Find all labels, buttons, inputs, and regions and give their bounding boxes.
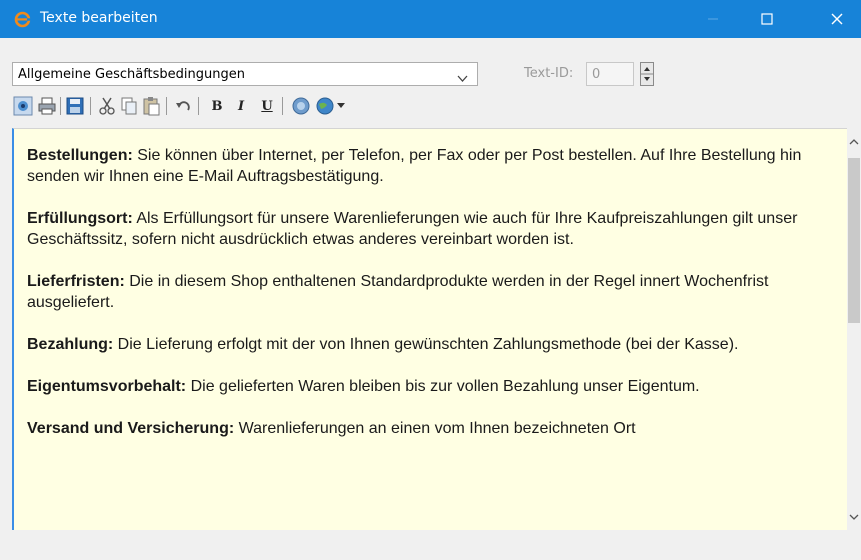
toolbar-separator [198,97,199,115]
paragraph-heading: Bezahlung: [27,336,114,353]
minimize-button[interactable] [690,0,736,38]
text-id-label: Text-ID: [524,66,574,81]
paragraph-text: Die Lieferung erfolgt mit der von Ihnen … [113,336,739,353]
text-editor-area[interactable]: Bestellungen: Sie können über Internet, … [12,128,847,530]
paragraph-heading: Versand und Versicherung: [27,420,235,437]
paragraph-text: Als Erfüllungsort für unsere Warenliefer… [27,210,798,248]
cut-icon[interactable] [96,94,118,118]
paragraph-bestellungen: Bestellungen: Sie können über Internet, … [27,145,817,187]
italic-label: I [237,98,245,114]
maximize-button[interactable] [744,0,790,38]
chevron-down-icon [457,70,468,88]
formatting-toolbar: B I U [12,94,612,124]
editor-content: Bestellungen: Sie können über Internet, … [27,145,817,460]
paragraph-erfuellungsort: Erfüllungsort: Als Erfüllungsort für uns… [27,208,817,250]
toolbar-separator [90,97,91,115]
paragraph-text: Warenlieferungen an einen vom Ihnen beze… [234,420,636,437]
dropdown-selected-value: Allgemeine Geschäftsbedingungen [18,67,245,82]
text-selector-dropdown[interactable]: Allgemeine Geschäftsbedingungen [12,62,478,86]
insert-link-icon[interactable] [290,94,312,118]
text-id-input[interactable]: 0 [586,62,634,86]
undo-icon[interactable] [172,94,194,118]
text-id-spinner[interactable] [640,62,654,86]
paragraph-bezahlung: Bezahlung: Die Lieferung erfolgt mit der… [27,334,817,355]
text-id-value: 0 [592,67,601,82]
paragraph-eigentumsvorbehalt: Eigentumsvorbehalt: Die gelieferten Ware… [27,376,817,397]
window-title: Texte bearbeiten [40,10,158,26]
scroll-up-icon[interactable] [847,134,861,148]
app-logo-icon [14,11,31,28]
paragraph-heading: Bestellungen: [27,147,133,164]
paste-icon[interactable] [140,94,162,118]
title-bar[interactable]: Texte bearbeiten [0,0,861,38]
toolbar-separator [282,97,283,115]
toolbar-separator [60,97,61,115]
italic-button[interactable]: I [230,94,252,118]
underline-button[interactable]: U [256,94,278,118]
paragraph-heading: Eigentumsvorbehalt: [27,378,187,395]
web-dropdown-arrow-icon[interactable] [334,94,348,118]
paragraph-heading: Lieferfristen: [27,273,125,290]
status-area [0,530,861,560]
paragraph-lieferfristen: Lieferfristen: Die in diesem Shop enthal… [27,271,817,313]
underline-label: U [261,98,273,114]
bold-button[interactable]: B [206,94,228,118]
preview-icon[interactable] [12,94,34,118]
scrollbar-thumb[interactable] [848,158,860,323]
paragraph-text: Die in diesem Shop enthaltenen Standardp… [27,273,769,311]
paragraph-text: Sie können über Internet, per Telefon, p… [27,147,802,185]
scroll-down-icon[interactable] [847,510,861,524]
paragraph-heading: Erfüllungsort: [27,210,133,227]
text-editor-window: Texte bearbeiten Allgemeine Geschäftsbed… [0,0,861,560]
bold-label: B [211,98,223,114]
print-icon[interactable] [36,94,58,118]
copy-icon[interactable] [118,94,140,118]
close-button[interactable] [814,0,860,38]
paragraph-versand: Versand und Versicherung: Warenlieferung… [27,418,817,439]
toolbar-separator [166,97,167,115]
paragraph-text: Die gelieferten Waren bleiben bis zur vo… [186,378,700,395]
save-icon[interactable] [64,94,86,118]
vertical-scrollbar[interactable] [847,128,861,530]
web-icon[interactable] [314,94,336,118]
